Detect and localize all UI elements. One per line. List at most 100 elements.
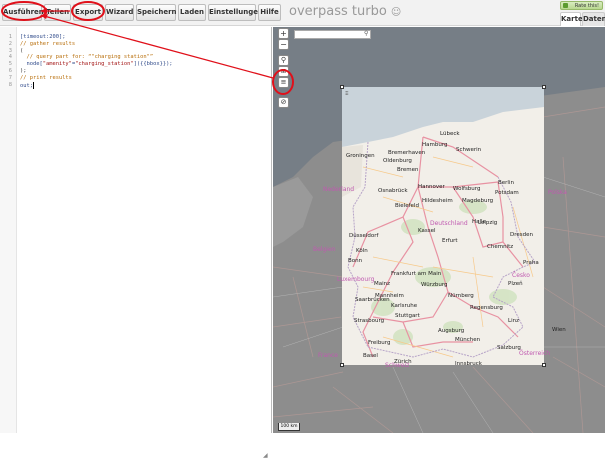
map-country-label: Nederland xyxy=(323,186,355,193)
code-token: // query part for: “"charging station"” xyxy=(20,54,154,61)
line-number: 6 xyxy=(8,68,12,74)
rate-icon xyxy=(563,3,568,8)
map-city-label: Schwerin xyxy=(456,147,482,153)
map-city-label: Hildesheim xyxy=(422,198,453,204)
app-logo: overpass turbo ☺ xyxy=(289,4,401,19)
map-background xyxy=(273,27,605,433)
code-line: ( xyxy=(20,48,23,54)
line-number: 5 xyxy=(8,61,12,68)
code-line: [timeout:200]; xyxy=(20,34,65,40)
run-button[interactable]: Ausführen xyxy=(2,4,44,21)
smiley-icon: ☺ xyxy=(390,7,402,18)
map-country-label: Belgien xyxy=(313,246,336,253)
map-city-label: Hamburg xyxy=(422,142,448,148)
code-line: // query part for: “"charging station"” xyxy=(20,54,153,60)
line-number: 7 xyxy=(8,74,12,81)
code-token: // gather results xyxy=(20,40,76,47)
map-city-label: Innsbruck xyxy=(455,361,482,367)
tab-map[interactable]: Karte xyxy=(560,12,583,26)
map-city-label: Wien xyxy=(552,327,566,333)
zoom-in-button[interactable]: + xyxy=(278,28,289,39)
map-country-label: Deutschland xyxy=(430,220,468,227)
map-scale: 100 km xyxy=(278,423,300,431)
map-city-label: Hannover xyxy=(418,184,445,190)
map-city-label: Basel xyxy=(363,353,378,359)
code-token: "amenity" xyxy=(42,61,72,68)
toolbar: Ausführen Teilen Export Wizard Speichern… xyxy=(0,0,605,26)
map-city-label: Regensburg xyxy=(470,305,503,311)
line-number: 8 xyxy=(8,81,12,88)
map-country-label: Luxembourg xyxy=(337,276,375,283)
map-city-label: Köln xyxy=(356,248,368,254)
line-number: 4 xyxy=(8,54,12,61)
layers-button[interactable]: ≡ xyxy=(278,77,289,88)
map-city-label: Bonn xyxy=(348,258,363,264)
map-country-label: Polska xyxy=(548,189,567,196)
map-view[interactable]: Hamburg Bremerhaven Lübeck Schwerin Groninge… xyxy=(273,27,605,433)
code-line: // gather results xyxy=(20,41,75,47)
load-button[interactable]: Laden xyxy=(178,4,206,21)
map-city-label: Praha xyxy=(523,260,539,266)
wizard-button[interactable]: Wizard xyxy=(105,4,134,21)
map-city-label: Erfurt xyxy=(442,238,458,244)
map-city-label: Salzburg xyxy=(497,345,521,351)
line-number: 1 xyxy=(8,34,12,40)
map-search-input[interactable] xyxy=(294,30,371,39)
map-country-label: France xyxy=(318,352,338,359)
map-city-label: Freiburg xyxy=(368,340,391,346)
bbox-handle-nw[interactable] xyxy=(340,85,344,89)
map-city-label: Düsseldorf xyxy=(349,233,379,239)
clear-map-button[interactable]: ⊘ xyxy=(278,97,289,108)
map-city-label: Bielefeld xyxy=(395,203,419,209)
map-city-label: Strasbourg xyxy=(354,318,385,324)
zoom-out-button[interactable]: − xyxy=(278,39,289,50)
map-city-label: Augsburg xyxy=(438,328,465,334)
map-city-label: Osnabrück xyxy=(378,188,408,194)
code-token: ( xyxy=(20,47,24,54)
map-city-label: Lübeck xyxy=(440,131,460,137)
magnify-search-button[interactable]: ⚲ xyxy=(278,55,289,66)
code-token: ]({{bbox}}); xyxy=(133,61,173,68)
map-city-label: Stuttgart xyxy=(395,313,420,319)
code-line: ); xyxy=(20,68,27,74)
map-country-label: Schweiz xyxy=(385,362,410,369)
bbox-handle-sw[interactable] xyxy=(340,363,344,367)
query-editor[interactable]: 12345678 [timeout:200];// gather results… xyxy=(0,27,272,459)
map-city-label: Bremen xyxy=(397,167,419,173)
text-cursor xyxy=(32,81,34,89)
map-city-label: Magdeburg xyxy=(462,198,494,204)
map-city-label: Frankfurt am Main xyxy=(391,271,442,277)
bbox-handle-se[interactable] xyxy=(542,363,546,367)
code-token: ); xyxy=(20,68,27,74)
export-button[interactable]: Export xyxy=(73,4,103,21)
search-icon[interactable]: ⚲ xyxy=(364,30,368,37)
map-city-label: Nürnberg xyxy=(448,293,474,299)
save-button[interactable]: Speichern xyxy=(136,4,177,21)
fit-bounds-button[interactable]: ⊞ xyxy=(278,66,289,77)
share-button[interactable]: Teilen xyxy=(44,4,71,21)
line-number: 2 xyxy=(8,40,12,47)
code-token: "charging_station" xyxy=(75,61,134,68)
tab-data[interactable]: Daten xyxy=(582,12,605,26)
rate-label: Rate this! xyxy=(574,3,599,9)
help-button[interactable]: Hilfe xyxy=(258,4,281,21)
bbox-grid-icon[interactable]: ⁝⁝⁝ xyxy=(345,90,349,97)
rate-this-button[interactable]: Rate this! xyxy=(560,1,603,10)
map-city-label: Plzeň xyxy=(508,281,523,287)
map-city-label: Saarbrücken xyxy=(355,297,390,303)
code-token: [timeout:200]; xyxy=(20,34,66,40)
settings-button[interactable]: Einstellungen xyxy=(208,4,263,21)
map-city-label: Linz xyxy=(508,318,519,324)
map-city-label: Oldenburg xyxy=(383,158,412,164)
map-city-label: Berlin xyxy=(498,180,514,186)
code-line: node["amenity"="charging_station"]({{bbo… xyxy=(20,61,173,68)
resize-handle-icon[interactable]: ◢ xyxy=(263,452,268,459)
code-token: node[ xyxy=(20,61,43,68)
map-city-label: Groningen xyxy=(346,153,375,159)
line-number-gutter: 12345678 xyxy=(0,27,17,433)
code-line: // print results xyxy=(20,75,72,81)
map-country-label: Österreich xyxy=(519,350,551,357)
map-country-label: Česko xyxy=(512,272,530,279)
bbox-handle-ne[interactable] xyxy=(542,85,546,89)
map-city-label: München xyxy=(455,337,481,343)
